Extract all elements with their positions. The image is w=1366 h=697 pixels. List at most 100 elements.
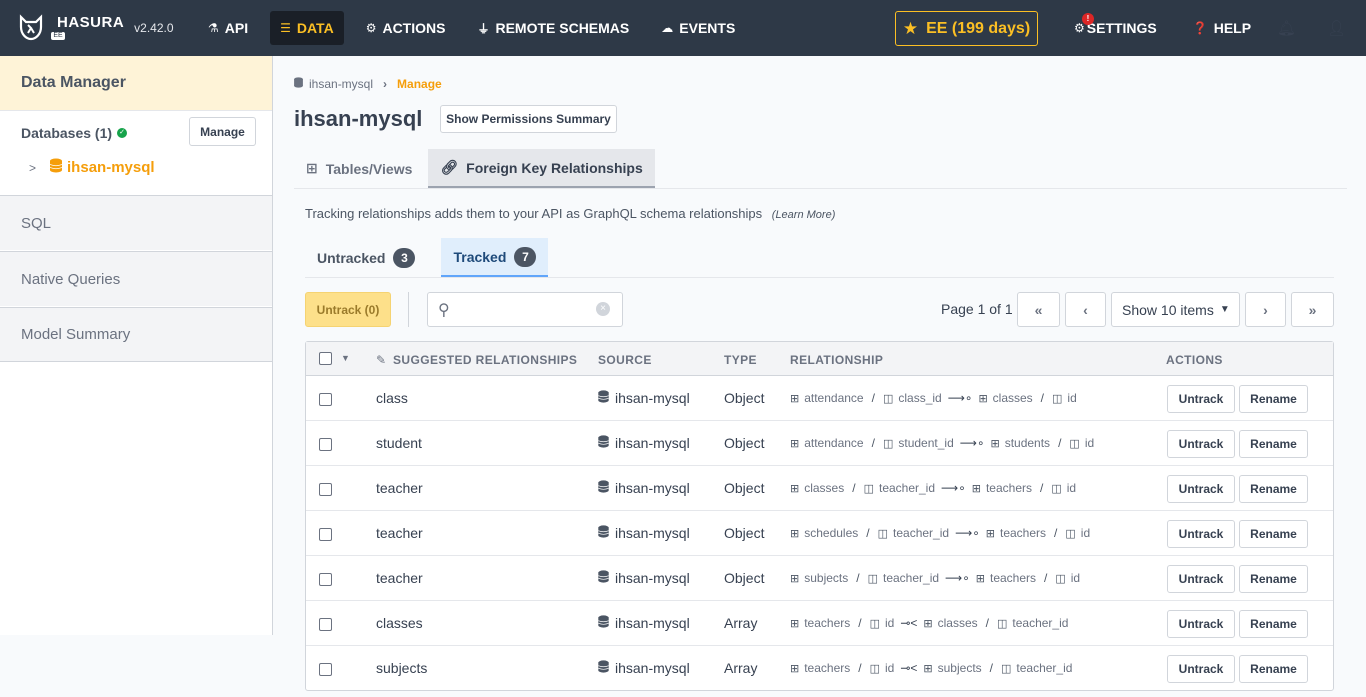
- manage-databases-button[interactable]: Manage: [189, 117, 256, 146]
- path-separator: /: [1058, 436, 1062, 450]
- untrack-button[interactable]: Untrack: [1167, 475, 1235, 503]
- nav-data[interactable]: ☰ DATA: [270, 11, 344, 45]
- wand-icon: ✎: [376, 353, 387, 367]
- show-permissions-summary-button[interactable]: Show Permissions Summary: [440, 105, 617, 133]
- sidebar-title[interactable]: Data Manager: [0, 56, 272, 111]
- clear-search-icon[interactable]: ×: [596, 302, 610, 316]
- nav-events[interactable]: ☁ EVENTS: [651, 11, 745, 45]
- header-relationship: RELATIONSHIP: [790, 353, 884, 367]
- database-icon: [598, 570, 609, 586]
- relationship-type: Object: [724, 480, 765, 496]
- table-row: class ihsan-mysql Object ⊞ attendance / ◫…: [306, 376, 1333, 421]
- row-checkbox[interactable]: [319, 528, 332, 541]
- description: Tracking relationships adds them to your…: [305, 206, 835, 221]
- untrack-button[interactable]: Untrack: [1167, 430, 1235, 458]
- untrack-button[interactable]: Untrack: [1167, 610, 1235, 638]
- search-input[interactable]: ⚲ ×: [427, 292, 623, 327]
- rename-button[interactable]: Rename: [1239, 475, 1308, 503]
- nav-remote-schemas-label: REMOTE SCHEMAS: [495, 20, 630, 36]
- nav-remote-schemas[interactable]: ⏚ REMOTE SCHEMAS: [467, 11, 639, 45]
- user-icon[interactable]: 👤︎: [1327, 19, 1346, 37]
- column-icon: ◫: [863, 482, 874, 495]
- row-checkbox[interactable]: [319, 393, 332, 406]
- to-table: classes: [937, 616, 978, 630]
- column-icon: ◫: [1069, 437, 1080, 450]
- breadcrumb-db[interactable]: ihsan-mysql: [309, 77, 373, 91]
- sidebar-item-model-summary[interactable]: Model Summary: [0, 307, 272, 362]
- double-chevron-right-icon: »: [1308, 301, 1317, 318]
- chevron-down-icon: ▼: [1219, 304, 1230, 315]
- column-icon: ◫: [1051, 482, 1062, 495]
- sidebar-database-item[interactable]: > ihsan-mysql: [29, 158, 155, 177]
- rename-button[interactable]: Rename: [1239, 610, 1308, 638]
- nav-actions[interactable]: ⚙ ACTIONS: [356, 11, 456, 45]
- row-checkbox[interactable]: [319, 573, 332, 586]
- tab-foreign-key-relationships-label: Foreign Key Relationships: [466, 159, 643, 176]
- hasura-logo-icon: [19, 14, 43, 41]
- relationship-type: Array: [724, 660, 758, 676]
- sidebar-item-native-queries[interactable]: Native Queries: [0, 251, 272, 306]
- sidebar: Data Manager Databases (1) ✓ Manage > ih…: [0, 56, 273, 635]
- untrack-selected-button[interactable]: Untrack (0): [305, 292, 391, 327]
- brand-ee-tag: EE: [51, 32, 65, 40]
- nav-api[interactable]: ⚗ API: [198, 11, 258, 45]
- source-name: ihsan-mysql: [615, 615, 690, 631]
- row-checkbox[interactable]: [319, 483, 332, 496]
- check-circle-icon: ✓: [117, 128, 128, 138]
- relationship-name: subjects: [376, 660, 428, 676]
- rename-button[interactable]: Rename: [1239, 565, 1308, 593]
- subtab-untracked[interactable]: Untracked 3: [305, 238, 427, 277]
- tab-foreign-key-relationships[interactable]: 🔗︎ Foreign Key Relationships: [428, 149, 655, 188]
- rename-button[interactable]: Rename: [1239, 385, 1308, 413]
- hasura-logo[interactable]: HASURA EE v2.42.0: [17, 14, 217, 42]
- last-page-button[interactable]: »: [1291, 292, 1334, 327]
- from-column: class_id: [898, 391, 942, 405]
- from-table: teachers: [804, 616, 851, 630]
- one-to-many-icon: ⊸<: [900, 616, 918, 630]
- relationship-type: Object: [724, 390, 765, 406]
- from-column: id: [885, 661, 895, 675]
- table-icon: ⊞: [971, 482, 981, 495]
- toolbar-divider: [408, 292, 409, 327]
- table-row: student ihsan-mysql Object ⊞ attendance /…: [306, 421, 1333, 466]
- untrack-button[interactable]: Untrack: [1167, 565, 1235, 593]
- nav-help[interactable]: ❓ HELP: [1193, 11, 1251, 45]
- prev-page-button[interactable]: ‹: [1065, 292, 1106, 327]
- first-page-button[interactable]: «: [1017, 292, 1060, 327]
- source-name: ihsan-mysql: [615, 435, 690, 451]
- table-icon: ⊞: [790, 572, 800, 585]
- chevron-right-icon[interactable]: >: [29, 161, 36, 175]
- nav-actions-label: ACTIONS: [382, 20, 446, 36]
- page-info: Page 1 of 1: [941, 301, 1013, 317]
- subtab-tracked[interactable]: Tracked 7: [441, 238, 549, 277]
- relationships-table: ▼ ✎ SUGGESTED RELATIONSHIPS SOURCE TYPE …: [305, 341, 1334, 691]
- tab-tables-views[interactable]: ⊞ Tables/Views: [294, 149, 424, 188]
- untrack-button[interactable]: Untrack: [1167, 655, 1235, 683]
- table-row: classes ihsan-mysql Array ⊞ teachers / ◫ i…: [306, 601, 1333, 646]
- rename-button[interactable]: Rename: [1239, 520, 1308, 548]
- table-icon: ⊞: [790, 662, 800, 675]
- from-table: attendance: [804, 391, 864, 405]
- row-checkbox[interactable]: [319, 618, 332, 631]
- table-icon: ⊞: [790, 617, 800, 630]
- cogs-icon: ⚙: [365, 21, 377, 35]
- relationship-path: ⊞ attendance / ◫ student_id ⟶∘ ⊞ students /…: [790, 436, 1094, 450]
- relationship-path: ⊞ classes / ◫ teacher_id ⟶∘ ⊞ teachers / ◫ i…: [790, 481, 1076, 495]
- tab-tables-views-label: Tables/Views: [325, 160, 413, 177]
- untrack-button[interactable]: Untrack: [1167, 520, 1235, 548]
- select-all-checkbox[interactable]: [319, 352, 332, 365]
- rename-button[interactable]: Rename: [1239, 430, 1308, 458]
- nav-events-label: EVENTS: [679, 20, 736, 36]
- page-size-select[interactable]: Show 10 items ▼: [1111, 292, 1240, 327]
- untrack-button[interactable]: Untrack: [1167, 385, 1235, 413]
- rename-button[interactable]: Rename: [1239, 655, 1308, 683]
- next-page-button[interactable]: ›: [1245, 292, 1286, 327]
- ee-trial-button[interactable]: ★ EE (199 days): [895, 11, 1038, 46]
- caret-down-icon[interactable]: ▼: [341, 353, 350, 363]
- sidebar-item-sql[interactable]: SQL: [0, 195, 272, 250]
- bell-icon[interactable]: 🔔︎: [1277, 19, 1296, 37]
- row-checkbox[interactable]: [319, 663, 332, 676]
- path-separator: /: [866, 526, 870, 540]
- row-checkbox[interactable]: [319, 438, 332, 451]
- learn-more-link[interactable]: (Learn More): [772, 209, 836, 221]
